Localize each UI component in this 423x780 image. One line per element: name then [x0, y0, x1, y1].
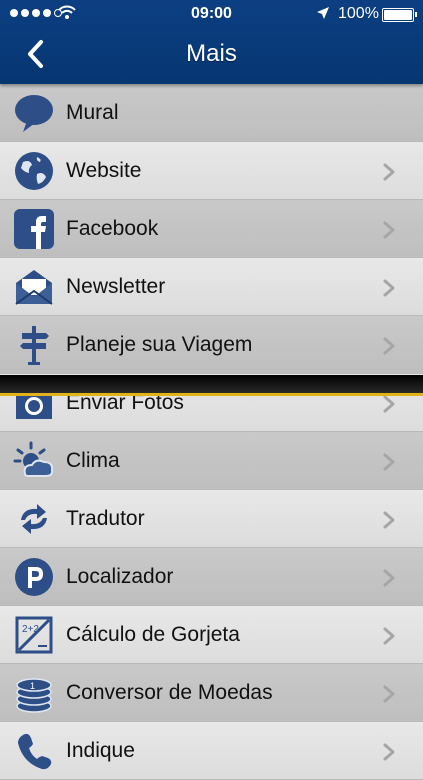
menu-item-label: Conversor de Moedas [66, 681, 273, 704]
menu-item-label: Indique [66, 739, 135, 762]
battery-percentage: 100% [338, 5, 379, 22]
menu-item-label: Facebook [66, 217, 159, 240]
menu-item-label: Clima [66, 449, 120, 472]
translate-arrows-icon [12, 498, 56, 540]
section-divider [0, 375, 423, 396]
chevron-right-icon [382, 510, 396, 530]
svg-text:2+2: 2+2 [22, 624, 39, 635]
menu-item[interactable]: Clima [0, 432, 423, 490]
chevron-right-icon [382, 162, 396, 182]
location-arrow-icon [317, 7, 329, 19]
menu-item[interactable]: 2+2 Cálculo de Gorjeta [0, 606, 423, 664]
chevron-right-icon [382, 626, 396, 646]
menu-item[interactable]: 1 Conversor de Moedas [0, 664, 423, 722]
envelope-icon [12, 266, 56, 308]
chevron-right-icon [382, 220, 396, 240]
svg-text:1: 1 [30, 681, 35, 691]
status-bar: 09:00 100% [0, 0, 423, 28]
weather-icon [12, 440, 56, 482]
menu-item[interactable]: Website [0, 142, 423, 200]
facebook-icon [12, 208, 56, 250]
chevron-right-icon [382, 278, 396, 298]
speech-bubble-icon [12, 92, 56, 134]
menu-item-label: Mural [66, 101, 119, 124]
menu-item-label: Tradutor [66, 507, 145, 530]
battery-icon [382, 8, 417, 22]
navigation-bar: 09:00 100% Mais [0, 0, 423, 84]
menu-item[interactable]: Mural [0, 84, 423, 142]
menu-item-label: Newsletter [66, 275, 166, 298]
menu-item-label: Planeje sua Viagem [66, 333, 253, 356]
menu-list: Mural Website Facebook Newsletter Planeje su… [0, 84, 423, 780]
menu-item[interactable]: Tradutor [0, 490, 423, 548]
menu-item[interactable]: Newsletter [0, 258, 423, 316]
menu-item-label: Localizador [66, 565, 174, 588]
signpost-icon [12, 324, 56, 366]
menu-item-label: Cálculo de Gorjeta [66, 623, 240, 646]
chevron-right-icon [382, 568, 396, 588]
chevron-right-icon [382, 394, 396, 414]
menu-item[interactable]: Indique [0, 722, 423, 780]
menu-item-label: Website [66, 159, 142, 182]
coins-icon: 1 [12, 672, 56, 714]
menu-item[interactable]: Localizador [0, 548, 423, 606]
chevron-right-icon [382, 336, 396, 356]
page-title: Mais [186, 40, 237, 67]
chevron-right-icon [382, 742, 396, 762]
phone-icon [12, 730, 56, 772]
globe-icon [12, 150, 56, 192]
menu-item[interactable]: Facebook [0, 200, 423, 258]
chevron-right-icon [382, 684, 396, 704]
parking-icon [12, 556, 56, 598]
calculator-icon: 2+2 [12, 614, 56, 656]
chevron-right-icon [382, 452, 396, 472]
menu-item[interactable]: Planeje sua Viagem [0, 316, 423, 374]
